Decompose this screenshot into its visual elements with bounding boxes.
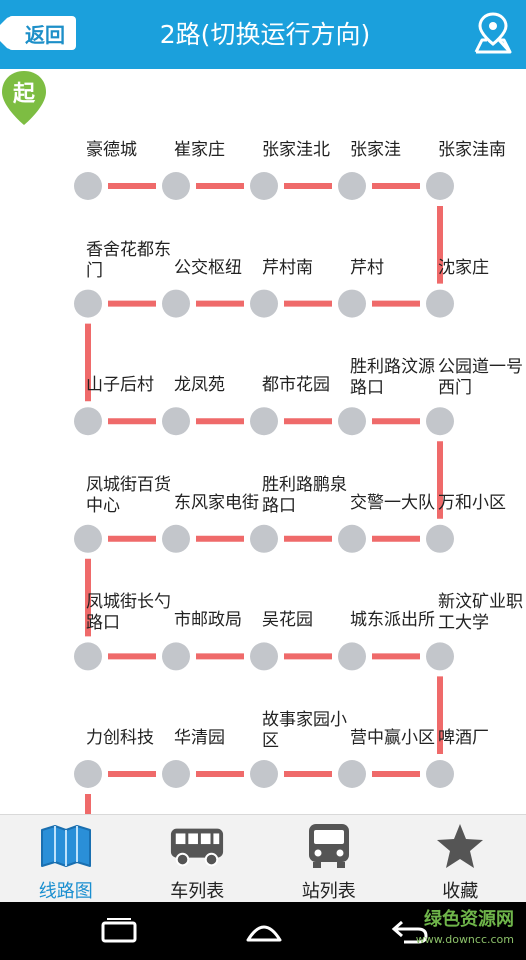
stop-name[interactable]: 公交枢纽 bbox=[174, 258, 270, 279]
start-marker-label: 起 bbox=[12, 82, 36, 107]
stop-name[interactable]: 芹村 bbox=[350, 258, 446, 279]
back-button[interactable]: 返回 bbox=[8, 16, 76, 50]
stop-name[interactable]: 张家洼北 bbox=[262, 140, 358, 161]
stop-marker[interactable] bbox=[426, 524, 454, 553]
stop-marker[interactable] bbox=[338, 407, 366, 436]
stop-name[interactable]: 啤酒厂 bbox=[438, 728, 526, 749]
stop-name[interactable]: 凤城街百货中心 bbox=[86, 475, 182, 517]
tab-label: 站列表 bbox=[301, 881, 356, 902]
stop-marker[interactable] bbox=[162, 407, 190, 436]
stop-marker[interactable] bbox=[250, 172, 278, 200]
watermark: 绿色资源网 www.downcc.com bbox=[415, 909, 514, 947]
system-nav-bar: 绿色资源网 www.downcc.com bbox=[0, 902, 526, 960]
tab-favorites[interactable]: 收藏 bbox=[395, 815, 526, 903]
stop-name[interactable]: 华清园 bbox=[174, 728, 270, 749]
tab-bus-list[interactable]: 车列表 bbox=[132, 815, 264, 903]
stop-name[interactable]: 力创科技 bbox=[86, 728, 182, 749]
tab-label: 车列表 bbox=[170, 881, 225, 902]
app-header: 返回 2路(切换运行方向) bbox=[0, 0, 526, 69]
stop-marker[interactable] bbox=[426, 289, 454, 318]
stop-name[interactable]: 城东派出所 bbox=[350, 610, 446, 631]
stop-name[interactable]: 胜利路汶源路口 bbox=[350, 357, 446, 399]
map-icon bbox=[38, 821, 94, 871]
stop-marker[interactable] bbox=[162, 760, 190, 788]
stop-name[interactable]: 沈家庄 bbox=[438, 258, 526, 279]
stop-marker[interactable] bbox=[338, 289, 366, 318]
stop-marker[interactable] bbox=[426, 407, 454, 436]
stop-name[interactable]: 吴花园 bbox=[262, 610, 358, 631]
home-icon[interactable] bbox=[244, 916, 284, 946]
bottom-tab-bar: 线路图 车列表 站列表 收藏 bbox=[0, 814, 526, 903]
stop-name[interactable]: 崔家庄 bbox=[174, 140, 270, 161]
stop-name[interactable]: 香舍花都东门 bbox=[86, 240, 182, 282]
stop-name[interactable]: 胜利路鹏泉路口 bbox=[262, 475, 358, 517]
stop-name[interactable]: 都市花园 bbox=[262, 375, 358, 396]
tab-route-map[interactable]: 线路图 bbox=[0, 815, 132, 903]
stop-name[interactable]: 新汶矿业职工大学 bbox=[438, 592, 526, 634]
stop-marker[interactable] bbox=[74, 760, 102, 788]
stop-marker[interactable] bbox=[250, 642, 278, 671]
stop-name[interactable]: 张家洼 bbox=[350, 140, 446, 161]
stop-marker[interactable] bbox=[250, 760, 278, 788]
stop-marker[interactable] bbox=[338, 760, 366, 788]
stop-name[interactable]: 东风家电街 bbox=[174, 493, 270, 514]
stop-marker[interactable] bbox=[74, 524, 102, 553]
stop-marker[interactable] bbox=[250, 407, 278, 436]
stop-marker[interactable] bbox=[250, 524, 278, 553]
tab-label: 线路图 bbox=[38, 881, 93, 902]
stop-marker[interactable] bbox=[338, 642, 366, 671]
stop-marker[interactable] bbox=[74, 289, 102, 318]
stop-name[interactable]: 豪德城 bbox=[86, 140, 182, 161]
stop-name[interactable]: 营中赢小区 bbox=[350, 728, 446, 749]
start-marker-icon: 起 bbox=[2, 71, 46, 125]
stop-name[interactable]: 凤城街长勺路口 bbox=[86, 592, 182, 634]
stop-marker[interactable] bbox=[162, 524, 190, 553]
stop-marker[interactable] bbox=[250, 289, 278, 318]
bus-icon bbox=[169, 821, 225, 871]
stop-name[interactable]: 龙凤苑 bbox=[174, 375, 270, 396]
stop-marker[interactable] bbox=[74, 642, 102, 671]
recent-apps-icon[interactable] bbox=[99, 916, 139, 946]
stop-marker[interactable] bbox=[162, 642, 190, 671]
stop-name[interactable]: 公园道一号西门 bbox=[438, 357, 526, 399]
route-map[interactable]: 豪德城 崔家庄 张家洼北 张家洼 张家洼南沈家庄 芹村 芹村南 公交枢纽 香舍花都东门山子后村龙… bbox=[0, 69, 526, 814]
stop-name[interactable]: 张家洼南 bbox=[438, 140, 526, 161]
star-icon bbox=[432, 821, 488, 871]
tab-stop-list[interactable]: 站列表 bbox=[263, 815, 395, 903]
stop-name[interactable]: 芹村南 bbox=[262, 258, 358, 279]
stop-name[interactable]: 市邮政局 bbox=[174, 610, 270, 631]
route-diagram bbox=[74, 172, 454, 814]
stop-name[interactable]: 故事家园小区 bbox=[262, 710, 358, 752]
stop-marker[interactable] bbox=[74, 172, 102, 200]
stop-marker[interactable] bbox=[162, 172, 190, 200]
page-title[interactable]: 2路(切换运行方向) bbox=[120, 0, 410, 69]
map-location-icon[interactable] bbox=[470, 10, 516, 56]
stop-marker[interactable] bbox=[426, 760, 454, 788]
stop-name[interactable]: 山子后村 bbox=[86, 375, 182, 396]
stop-marker[interactable] bbox=[338, 524, 366, 553]
stop-marker[interactable] bbox=[426, 642, 454, 671]
stop-marker[interactable] bbox=[426, 172, 454, 200]
tab-label: 收藏 bbox=[442, 881, 479, 902]
stop-name[interactable]: 万和小区 bbox=[438, 493, 526, 514]
bus-stop-icon bbox=[301, 821, 357, 871]
stop-name[interactable]: 交警一大队 bbox=[350, 493, 446, 514]
stop-marker[interactable] bbox=[162, 289, 190, 318]
stop-marker[interactable] bbox=[74, 407, 102, 436]
stop-marker[interactable] bbox=[338, 172, 366, 200]
